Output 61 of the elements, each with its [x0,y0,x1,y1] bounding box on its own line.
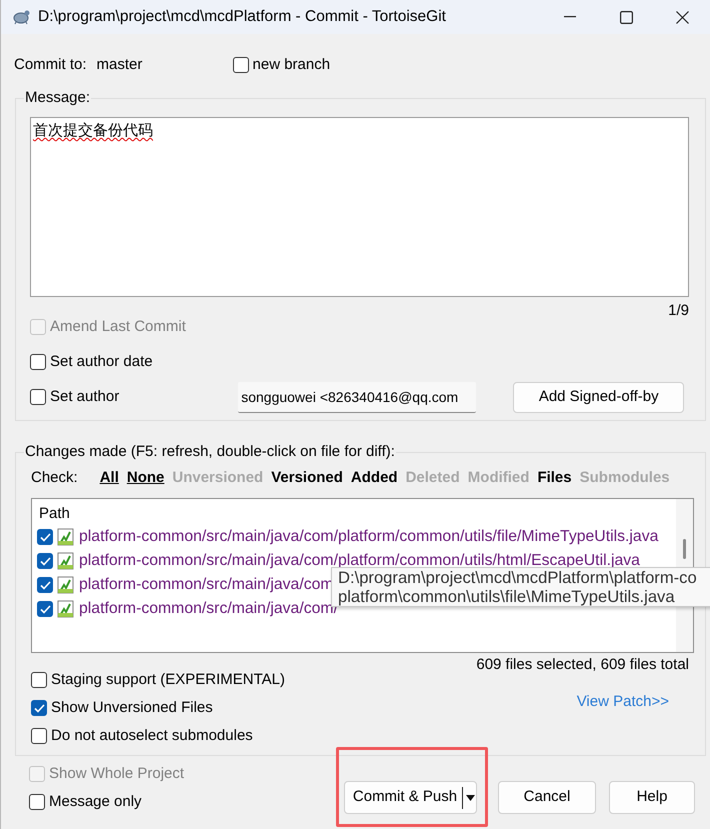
filter-link[interactable]: All [100,466,119,490]
checkbox[interactable] [30,389,46,405]
minimize-icon[interactable] [564,16,576,18]
checkmark-icon [40,532,50,542]
dialog-button[interactable]: Help [609,781,695,814]
checkbox[interactable] [31,700,47,716]
maximize-icon[interactable] [620,10,632,24]
check-label: Check: [31,468,78,488]
author-field[interactable]: songguowei <826340416@qq.com [238,382,476,412]
tooltip-text: D:\program\project\mcd\mcdPlatform\platform-co [338,568,698,587]
checkbox[interactable] [37,529,53,545]
checkmark-icon [40,580,50,590]
group-label: Message: [24,89,92,107]
character-counter: 1/9 [668,302,689,319]
filter-link[interactable]: Added [350,466,398,490]
checkbox[interactable] [31,672,47,688]
checkbox[interactable] [37,601,53,617]
checkbox-label: Set author [50,386,120,407]
checkbox-label: Set author date [50,352,153,372]
commit-to-label: Commit to: [14,54,87,75]
checkbox-label: Do not autoselect submodules [51,726,253,746]
close-icon[interactable] [676,10,688,24]
checkmark-icon [34,704,44,712]
scrollbar-thumb[interactable] [683,539,686,559]
filter-link[interactable]: Versioned [271,466,343,490]
column-header: Path [39,505,70,522]
modified-file-icon [57,576,75,594]
branch-name: master [96,54,144,75]
modified-file-icon [57,528,75,546]
view-patch-link[interactable]: View Patch>> [576,690,669,713]
dialog-button[interactable]: Cancel [498,781,596,814]
file-path[interactable]: platform-common/src/main/java/com/platform/common/utils/file/MimeTypeUtils.java [79,525,658,549]
checkmark-icon [40,556,50,566]
split-button[interactable]: Commit & Push [344,781,477,814]
tooltip-text: platform\common\utils\file\MimeTypeUtils.java [338,587,676,606]
group-label: Changes made (F5: refresh, double-click on file for diff): [24,443,396,461]
message-field[interactable]: 首次提交备份代码 [30,117,689,297]
filter-link[interactable]: Files [537,466,572,490]
selection-summary: 609 files selected, 609 files total [476,655,689,675]
modified-file-icon [57,552,75,570]
checkbox[interactable] [30,354,46,370]
checkbox-label: Show Whole Project [49,764,184,784]
turtle-icon [12,9,30,25]
caret-icon[interactable] [466,794,476,800]
file-path[interactable]: platform-common/src/main/java/com [79,573,334,597]
checkbox[interactable] [232,57,249,73]
new-branch-label: new branch [252,54,330,75]
checkbox[interactable] [29,794,45,810]
checkbox-label: Message only [49,792,142,812]
modified-file-icon [57,600,75,618]
window-title: D:\program\project\mcd\mcdPlatform - Commit - TortoiseGit [38,7,446,28]
file-path[interactable]: platform-common/src/main/java/com/ [79,597,338,621]
checkbox[interactable] [37,553,53,569]
sign-off-button[interactable]: Add Signed-off-by [513,382,684,412]
filter-link[interactable]: None [126,466,164,490]
checkbox[interactable] [31,728,47,744]
checkmark-icon [40,604,50,614]
checkbox[interactable] [37,577,53,593]
checkbox-label: Staging support (EXPERIMENTAL) [51,670,285,690]
checkbox-label: Show Unversioned Files [51,698,213,718]
checkbox-label: Amend Last Commit [50,316,186,337]
